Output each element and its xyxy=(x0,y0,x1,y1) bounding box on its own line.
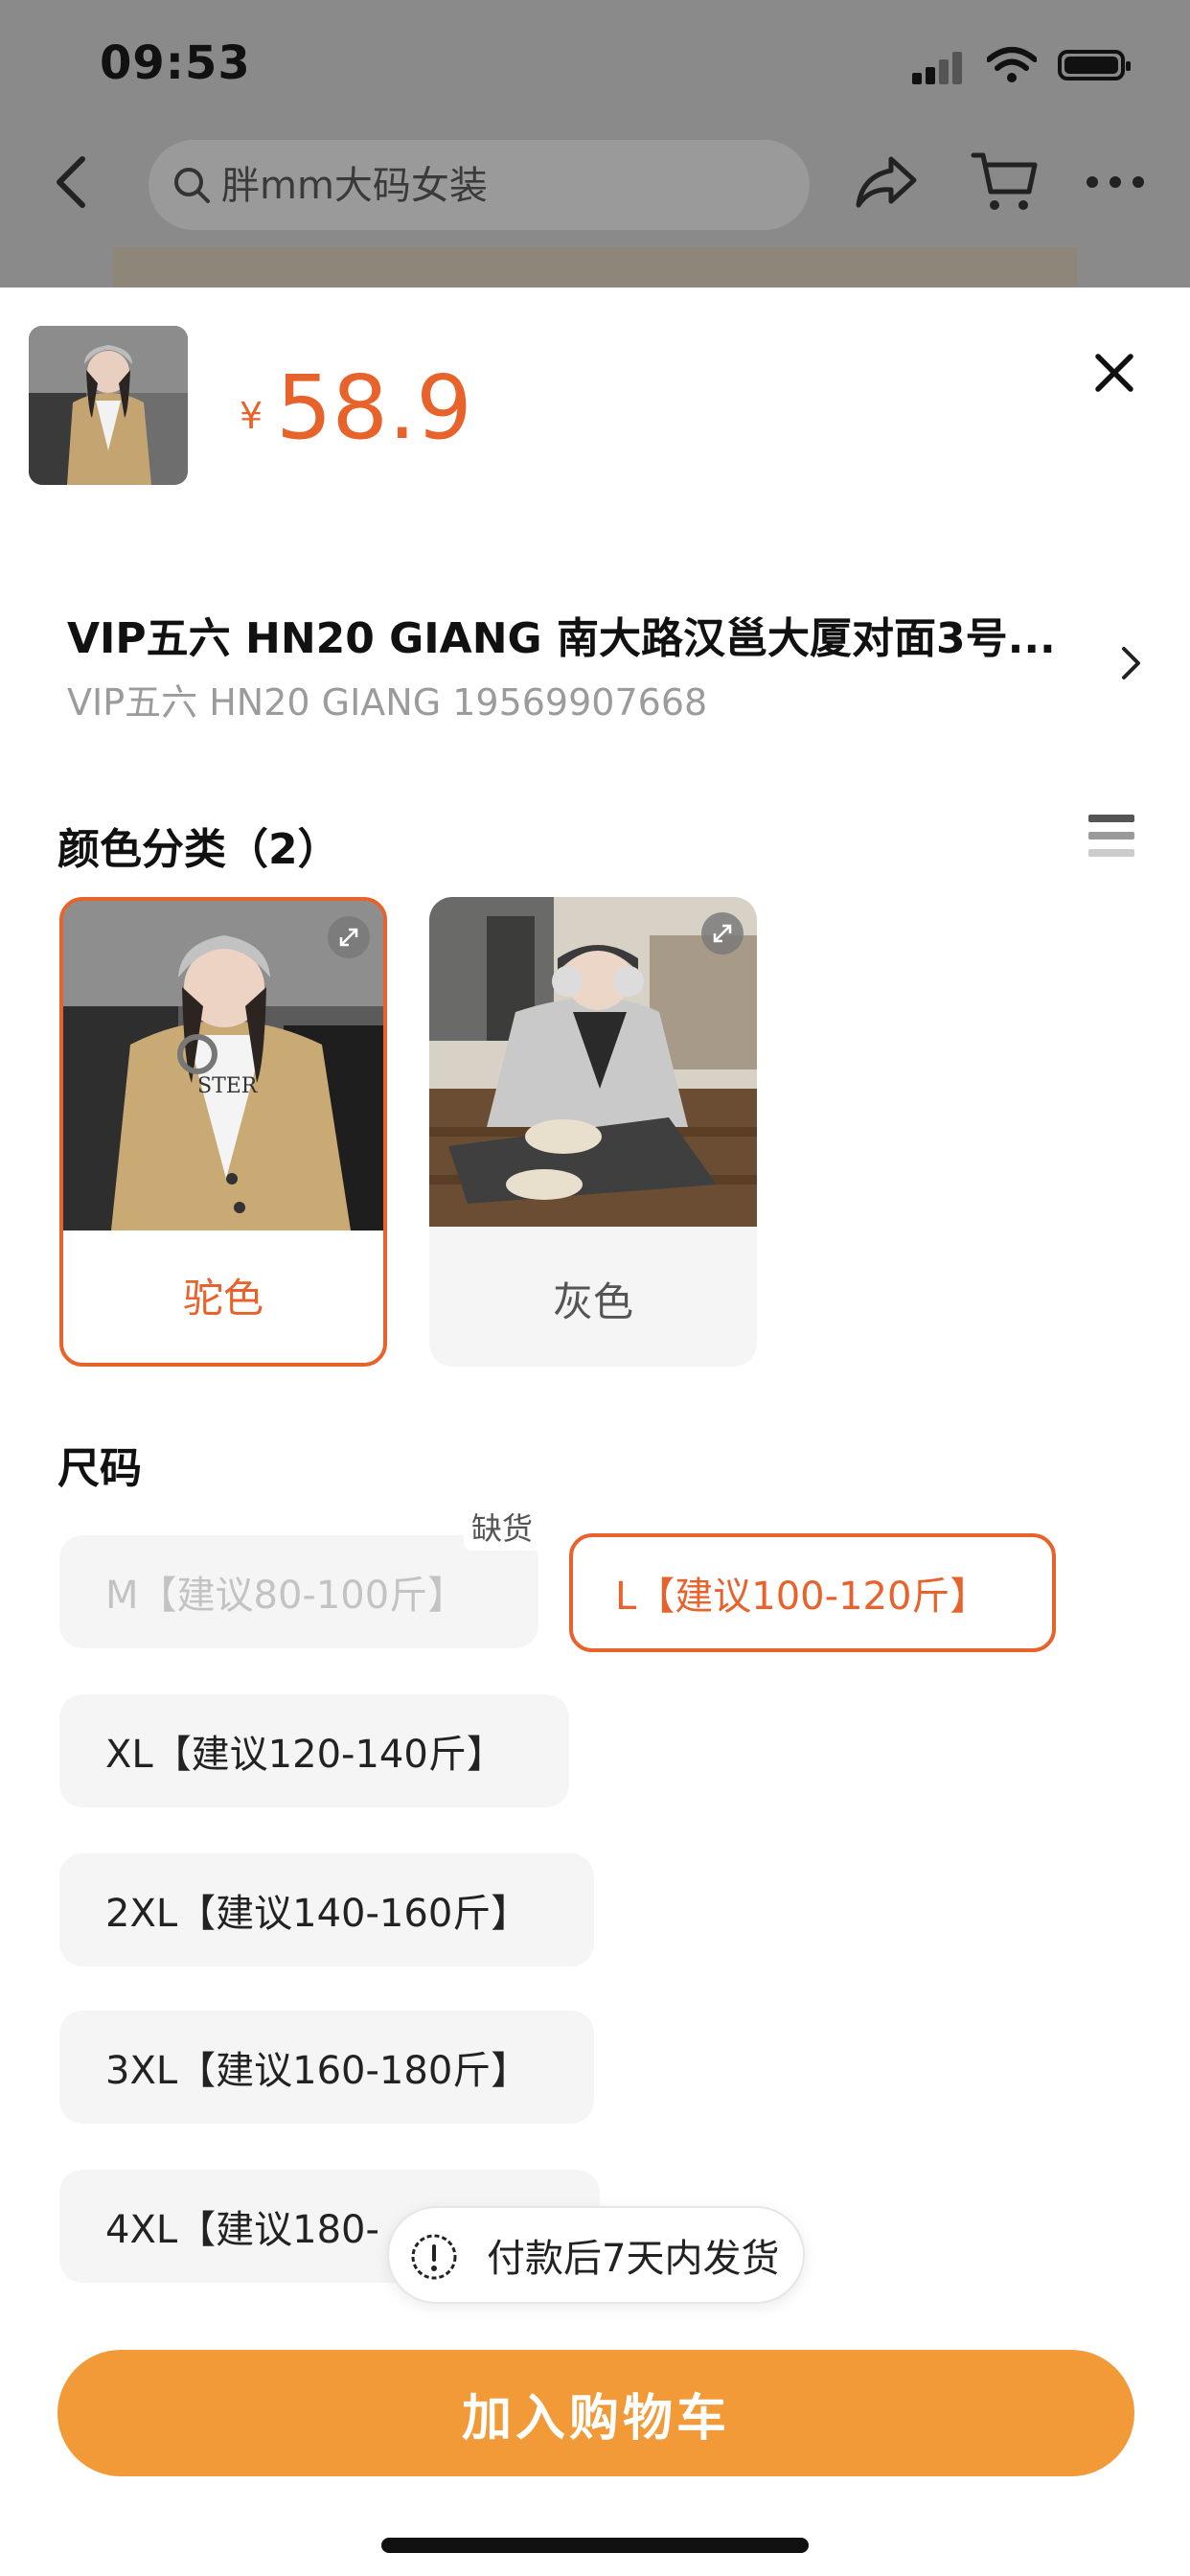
size-option-xl[interactable]: XL【建议120-140斤】 xyxy=(59,1694,569,1807)
product-thumbnail[interactable] xyxy=(29,326,188,485)
search-input[interactable] xyxy=(219,140,779,232)
color-section-title: 颜色分类（2） xyxy=(57,825,340,874)
list-view-icon[interactable] xyxy=(1088,815,1134,859)
status-icons xyxy=(912,46,1133,84)
thumbnail-photo xyxy=(29,326,188,485)
sku-sheet: ¥ 58.9 VIP五六 HN20 GIANG 南大路汉邕大厦对面3号... V… xyxy=(0,288,1190,2576)
more-icon[interactable] xyxy=(1087,176,1144,190)
size-section-title: 尺码 xyxy=(57,1444,142,1493)
address-subtitle: VIP五六 HN20 GIANG 19569907668 xyxy=(67,681,708,724)
add-to-cart-button[interactable]: 加入购物车 xyxy=(57,2350,1134,2476)
toast-text: 付款后7天内发货 xyxy=(487,2237,780,2281)
wifi-icon xyxy=(987,47,1037,82)
expand-icon[interactable] xyxy=(701,912,744,954)
home-indicator[interactable] xyxy=(381,2538,809,2553)
dimmed-header: 09:53 xyxy=(0,0,1190,295)
product-sku-screen: 09:53 胖mm大码女装 ¥ 58.9 VIP五六 HN20 GIANG 南大… xyxy=(0,0,1190,2576)
color-option-camel[interactable]: STER 驼色 xyxy=(59,897,387,1367)
back-arrow-icon[interactable] xyxy=(52,153,90,211)
share-icon[interactable] xyxy=(853,153,920,211)
price-currency: ¥ xyxy=(240,395,263,437)
expand-icon[interactable] xyxy=(328,916,370,958)
color-label-camel: 驼色 xyxy=(182,1274,263,1322)
address-title[interactable]: VIP五六 HN20 GIANG 南大路汉邕大厦对面3号... xyxy=(67,604,1083,665)
signal-icon xyxy=(912,52,970,84)
color-label-gray: 灰色 xyxy=(552,1277,633,1325)
search-icon xyxy=(174,168,210,203)
size-option-l[interactable]: L【建议100-120斤】 xyxy=(569,1533,1056,1652)
alert-icon xyxy=(411,2234,457,2280)
size-option-m[interactable]: M【建议80-100斤】 xyxy=(59,1535,538,1648)
chevron-right-icon[interactable] xyxy=(1119,644,1144,682)
search-bar[interactable] xyxy=(149,140,810,232)
cart-icon[interactable] xyxy=(970,150,1039,215)
size-option-2xl[interactable]: 2XL【建议140-160斤】 xyxy=(59,1853,594,1966)
status-time: 09:53 xyxy=(100,36,251,90)
color-photo-camel: STER xyxy=(63,901,383,1230)
out-of-stock-tag: 缺货 xyxy=(464,1503,541,1551)
close-icon[interactable] xyxy=(1092,351,1136,395)
color-photo-gray xyxy=(429,897,757,1227)
price-value: 58.9 xyxy=(276,356,472,459)
shipping-toast: 付款后7天内发货 xyxy=(387,2206,805,2304)
svg-text:STER: STER xyxy=(197,1074,259,1098)
size-option-3xl[interactable]: 3XL【建议160-180斤】 xyxy=(59,2011,594,2124)
color-option-gray[interactable]: 灰色 xyxy=(429,897,757,1367)
battery-icon xyxy=(1058,50,1131,80)
